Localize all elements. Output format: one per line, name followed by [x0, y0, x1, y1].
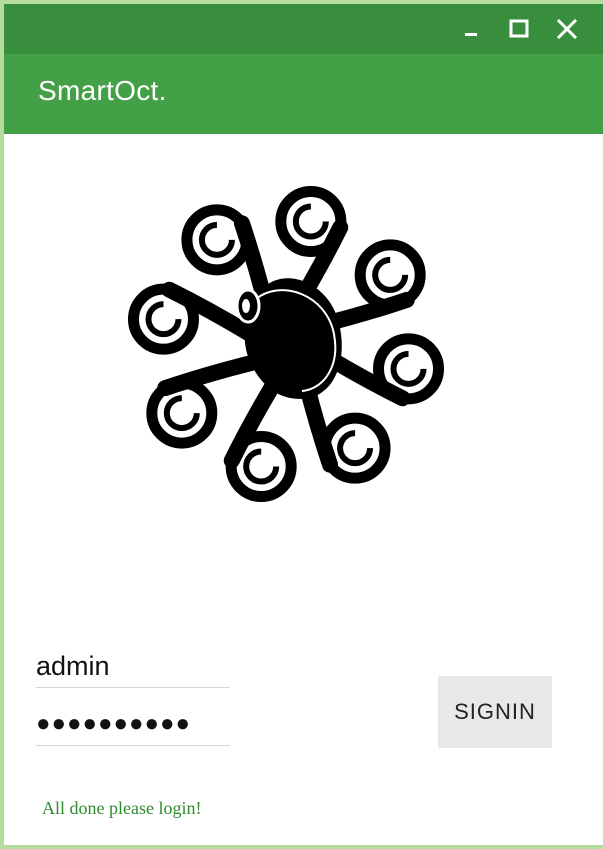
password-input[interactable] [36, 704, 230, 744]
username-field[interactable] [36, 646, 230, 688]
close-button[interactable] [552, 14, 582, 44]
octopus-arm-curl [373, 333, 445, 405]
octopus-arm-spiral [198, 221, 235, 258]
octopus-arm-curl [319, 412, 391, 484]
close-icon [556, 18, 578, 40]
app-title: SmartOct. [38, 75, 167, 106]
octopus-arm-spiral [243, 448, 280, 485]
octopus-arm-curl [225, 431, 297, 503]
maximize-icon [509, 19, 529, 38]
app-header: SmartOct. [4, 54, 603, 134]
maximize-button[interactable] [504, 14, 534, 44]
octopus-arm-curl [181, 204, 253, 276]
minimize-button[interactable] [456, 14, 486, 44]
signin-button[interactable]: SIGNIN [438, 676, 552, 748]
app-window: SmartOct. SIGNIN All done please login! [0, 0, 603, 849]
password-field[interactable] [36, 704, 230, 746]
octopus-arm-curl [275, 185, 347, 257]
octopus-arm-spiral [145, 301, 182, 338]
octopus-arm-spiral [337, 430, 374, 467]
octopus-arm-spiral [372, 256, 409, 293]
octopus-arm-spiral [390, 350, 427, 387]
octopus-body [235, 278, 342, 399]
status-message: All done please login! [42, 798, 202, 818]
octopus-arm-curl [146, 377, 218, 449]
window-titlebar[interactable] [4, 4, 603, 54]
username-input[interactable] [36, 646, 230, 686]
minimize-icon [465, 33, 477, 36]
octopus-arm-spiral [163, 395, 200, 432]
octopus-logo [127, 185, 445, 503]
octopus-arm-curl [127, 283, 199, 355]
octopus-arm-curl [354, 239, 426, 311]
octopus-arm-spiral [292, 203, 329, 240]
